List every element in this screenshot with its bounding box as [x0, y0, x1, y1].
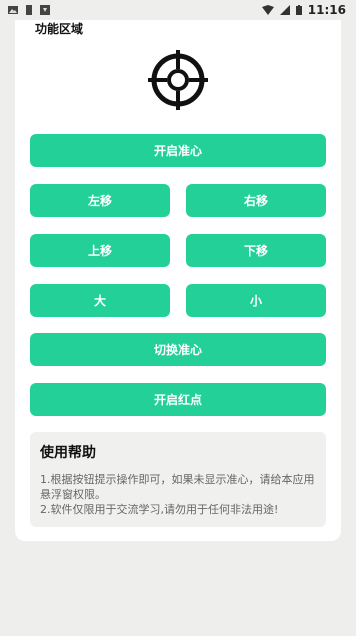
move-down-button[interactable]: 下移 — [186, 234, 326, 267]
sim-card-icon — [26, 5, 32, 15]
switch-crosshair-button[interactable]: 切换准心 — [30, 333, 326, 366]
section-title: 功能区域 — [35, 22, 84, 36]
download-notification-icon — [40, 5, 50, 15]
help-line-2: 2.软件仅限用于交流学习,请勿用于任何非法用途! — [40, 503, 279, 516]
wifi-icon — [261, 5, 274, 15]
signal-icon — [279, 5, 290, 15]
open-red-dot-button[interactable]: 开启红点 — [30, 383, 326, 416]
move-up-button[interactable]: 上移 — [30, 234, 170, 267]
crosshair-icon — [148, 50, 208, 110]
help-title: 使用帮助 — [40, 445, 96, 461]
help-line-1: 1.根据按钮提示操作即可，如果未显示准心，请给本应用悬浮窗权限。 — [40, 473, 315, 501]
status-bar: 11:16 — [0, 0, 356, 20]
bigger-button[interactable]: 大 — [30, 284, 170, 317]
status-left — [8, 5, 50, 15]
move-right-button[interactable]: 右移 — [186, 184, 326, 217]
help-box: 使用帮助 1.根据按钮提示操作即可，如果未显示准心，请给本应用悬浮窗权限。 2.… — [30, 432, 326, 527]
smaller-button[interactable]: 小 — [186, 284, 326, 317]
move-left-button[interactable]: 左移 — [30, 184, 170, 217]
function-card: 功能区域 开启准心 左移 右移 上移 下移 大 小 切换准心 开启红点 使用帮助… — [15, 20, 341, 541]
battery-icon — [295, 5, 302, 15]
status-right: 11:16 — [261, 3, 346, 17]
open-crosshair-button[interactable]: 开启准心 — [30, 134, 326, 167]
image-notification-icon — [8, 6, 18, 14]
clock-time: 11:16 — [307, 3, 346, 17]
